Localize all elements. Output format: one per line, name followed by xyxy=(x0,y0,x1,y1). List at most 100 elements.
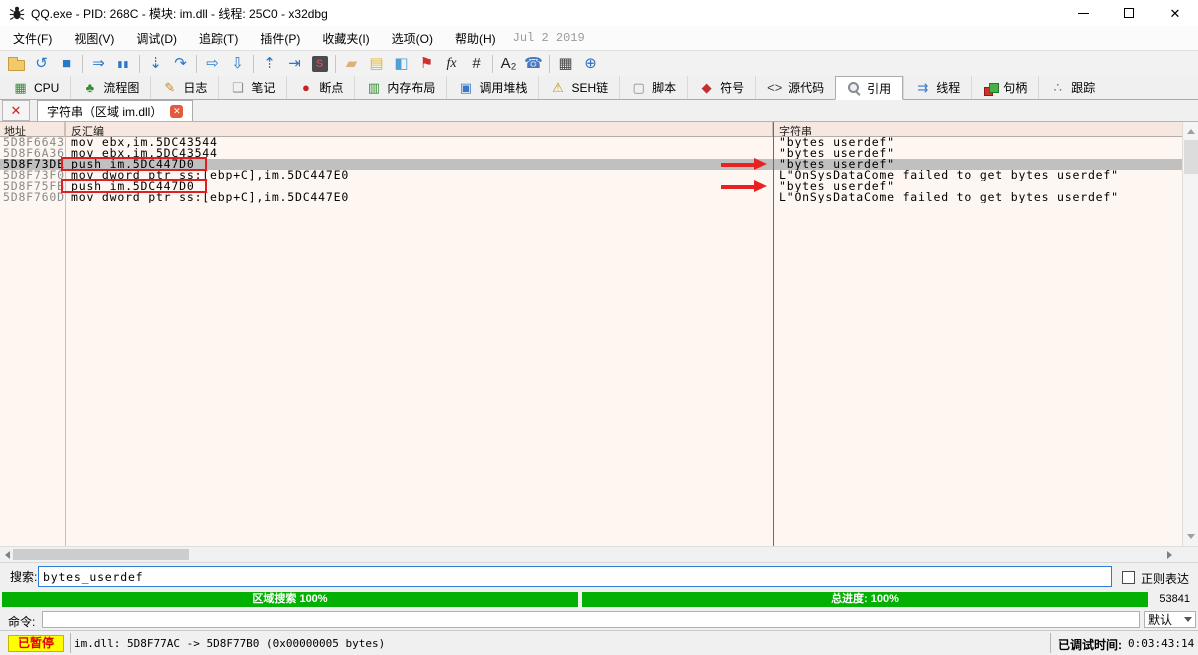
cell-address: 5D8F760D xyxy=(0,192,65,203)
column-header-string[interactable]: 字符串 xyxy=(773,122,1182,136)
vertical-scroll-thumb[interactable] xyxy=(1184,140,1198,174)
trace-into-button[interactable]: ⇨ xyxy=(200,52,225,76)
column-separator[interactable] xyxy=(773,122,774,546)
pause-icon: ▮▮ xyxy=(118,56,130,72)
tab-script[interactable]: ▢脚本 xyxy=(619,76,687,99)
run-icon: ⇒ xyxy=(92,56,105,72)
strings-table-body: 5D8F6643mov ebx,im.5DC43544"bytes_userde… xyxy=(0,137,1182,203)
tab-call-stack[interactable]: ▣调用堆栈 xyxy=(446,76,538,99)
menu-file[interactable]: 文件(F) xyxy=(4,27,61,50)
label-button[interactable]: ◧ xyxy=(389,52,414,76)
seh-chain-icon: ⚠ xyxy=(550,81,565,95)
scroll-left-arrow-icon[interactable] xyxy=(5,551,10,559)
scroll-right-arrow-icon[interactable] xyxy=(1167,551,1172,559)
tab-handles[interactable]: 句柄 xyxy=(971,76,1038,99)
doc-tab-close-icon[interactable]: ✕ xyxy=(170,105,183,118)
strings-button[interactable]: A₂ xyxy=(496,52,521,76)
attach-button[interactable]: ☎ xyxy=(521,52,546,76)
tab-seh-chain[interactable]: ⚠SEH链 xyxy=(538,76,619,99)
tab-source[interactable]: <>源代码 xyxy=(755,76,835,99)
table-row[interactable]: 5D8F73DEpush im.5DC447D0"bytes_userdef" xyxy=(0,159,1182,170)
maximize-button[interactable] xyxy=(1106,0,1152,26)
bookmark-button[interactable]: ⚑ xyxy=(414,52,439,76)
close-reference-view-button[interactable]: ✕ xyxy=(2,100,30,121)
trace-over-button[interactable]: ⇩ xyxy=(225,52,250,76)
command-profile-combo[interactable]: 默认 xyxy=(1144,611,1196,628)
tab-threads[interactable]: ⇉线程 xyxy=(903,76,971,99)
patch-button[interactable]: ▰ xyxy=(339,52,364,76)
status-separator xyxy=(70,633,71,653)
tab-memory-map[interactable]: ▥内存布局 xyxy=(354,76,446,99)
run-to-user-code-icon: ⇥ xyxy=(288,56,301,72)
search-match-highlight: bytes_userdef xyxy=(1011,192,1111,203)
function-button[interactable]: fx xyxy=(439,52,464,76)
horizontal-scrollbar[interactable] xyxy=(0,546,1198,562)
toolbar-separator xyxy=(82,55,83,73)
vertical-scrollbar[interactable] xyxy=(1182,122,1198,546)
patch-icon: ▰ xyxy=(346,56,358,72)
cell-address: 5D8F73F0 xyxy=(0,170,65,181)
toolbar-separator xyxy=(253,55,254,73)
status-bar: 已暂停 im.dll: 5D8F77AC -> 5D8F77B0 (0x0000… xyxy=(0,630,1198,655)
run-to-user-code-button[interactable]: ⇥ xyxy=(282,52,307,76)
menu-plugins[interactable]: 插件(P) xyxy=(251,27,309,50)
column-header-address[interactable]: 地址 xyxy=(0,122,65,136)
toolbar-separator xyxy=(492,55,493,73)
doc-tab-strings[interactable]: 字符串（区域 im.dll） ✕ xyxy=(37,100,193,121)
scroll-down-arrow-icon[interactable] xyxy=(1187,534,1195,539)
script-icon: ▢ xyxy=(631,81,646,95)
tab-cpu[interactable]: ▦CPU xyxy=(2,76,70,99)
area-search-progress-bar: 区域搜索 100% xyxy=(2,592,578,607)
minimize-button[interactable] xyxy=(1060,0,1106,26)
stop-button[interactable]: ■ xyxy=(54,52,79,76)
restart-button[interactable]: ↺ xyxy=(29,52,54,76)
command-input[interactable] xyxy=(42,611,1140,628)
notes-icon: ❏ xyxy=(230,81,245,95)
scroll-up-arrow-icon[interactable] xyxy=(1187,129,1195,134)
horizontal-scroll-thumb[interactable] xyxy=(13,549,189,560)
hash-button[interactable]: # xyxy=(464,52,489,76)
menu-favourites[interactable]: 收藏夹(I) xyxy=(313,27,378,50)
cell-address: 5D8F73DE xyxy=(0,159,65,170)
open-file-icon xyxy=(8,60,25,71)
search-input[interactable] xyxy=(38,566,1112,587)
search-match-highlight: bytes_userdef xyxy=(787,148,887,159)
comment-button[interactable]: ▤ xyxy=(364,52,389,76)
calculator-button[interactable]: ▦ xyxy=(553,52,578,76)
skip-system-breakpoint-button[interactable]: S xyxy=(307,52,332,76)
tab-log[interactable]: ✎日志 xyxy=(150,76,218,99)
tab-references[interactable]: 引用 xyxy=(835,76,903,100)
regex-checkbox[interactable] xyxy=(1122,571,1135,584)
globe-button[interactable]: ⊕ xyxy=(578,52,603,76)
menu-items: 文件(F)视图(V)调试(D)追踪(T)插件(P)收藏夹(I)选项(O)帮助(H… xyxy=(0,27,505,50)
tab-label: 引用 xyxy=(867,80,891,97)
execute-till-return-icon: ⇡ xyxy=(263,56,276,72)
tab-breakpoints[interactable]: ●断点 xyxy=(286,76,354,99)
run-button[interactable]: ⇒ xyxy=(86,52,111,76)
restart-icon: ↺ xyxy=(35,56,48,72)
status-message: im.dll: 5D8F77AC -> 5D8F77B0 (0x00000005… xyxy=(74,637,385,650)
calculator-icon: ▦ xyxy=(558,56,572,72)
title-bar: QQ.exe - PID: 268C - 模块: im.dll - 线程: 25… xyxy=(0,0,1198,26)
tab-notes[interactable]: ❏笔记 xyxy=(218,76,286,99)
menu-trace[interactable]: 追踪(T) xyxy=(190,27,247,50)
pause-button[interactable]: ▮▮ xyxy=(111,52,136,76)
menu-help[interactable]: 帮助(H) xyxy=(446,27,505,50)
step-into-button[interactable]: ⇣ xyxy=(143,52,168,76)
open-file-button[interactable] xyxy=(4,52,29,76)
table-row[interactable]: 5D8F6643mov ebx,im.5DC43544"bytes_userde… xyxy=(0,137,1182,148)
annotation-red-arrow-icon xyxy=(721,181,769,192)
table-row[interactable]: 5D8F760Dmov dword ptr ss:[ebp+C],im.5DC4… xyxy=(0,192,1182,203)
tab-graph[interactable]: ♣流程图 xyxy=(70,76,150,99)
close-button[interactable]: ✕ xyxy=(1152,0,1198,26)
table-row[interactable]: 5D8F75FBpush im.5DC447D0"bytes_userdef" xyxy=(0,181,1182,192)
menu-options[interactable]: 选项(O) xyxy=(383,27,442,50)
menu-debug[interactable]: 调试(D) xyxy=(127,27,186,50)
column-header-disassembly[interactable]: 反汇编 xyxy=(65,122,773,136)
tab-symbols[interactable]: ◆符号 xyxy=(687,76,755,99)
execute-till-return-button[interactable]: ⇡ xyxy=(257,52,282,76)
step-over-button[interactable]: ↷ xyxy=(168,52,193,76)
cell-address: 5D8F6643 xyxy=(0,137,65,148)
tab-trace-view[interactable]: ∴跟踪 xyxy=(1038,76,1106,99)
menu-view[interactable]: 视图(V) xyxy=(65,27,123,50)
